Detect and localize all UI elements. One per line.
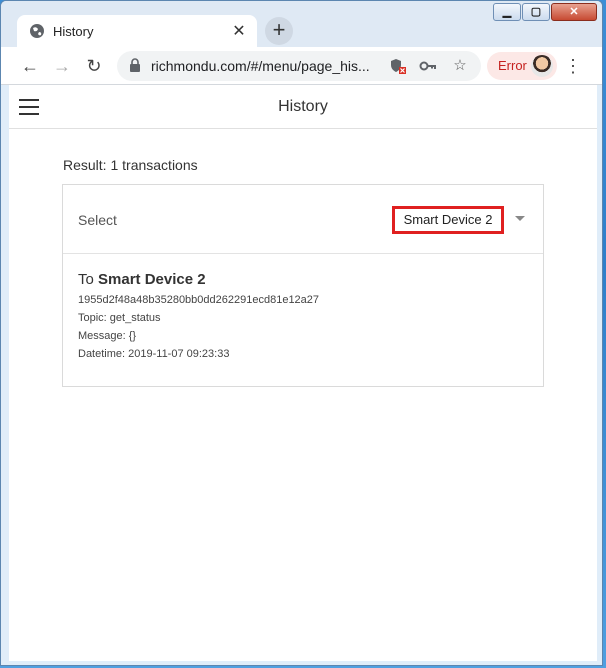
transaction-datetime: Datetime: 2019-11-07 09:23:33 — [78, 348, 230, 360]
result-count: Result: 1 transactions — [63, 157, 198, 173]
avatar — [531, 55, 553, 77]
forward-arrow-icon[interactable]: → — [49, 53, 75, 79]
error-label: Error — [498, 58, 527, 73]
app-bar: History — [9, 85, 597, 129]
transaction-recipient: To Smart Device 2 — [78, 271, 319, 288]
new-tab-button[interactable]: + — [265, 17, 293, 45]
select-label: Select — [78, 212, 117, 228]
browser-toolbar: ← → ↻ richmondu.com/#/menu/page_his... ☆… — [1, 47, 602, 85]
url-text: richmondu.com/#/menu/page_his... — [151, 58, 370, 74]
dropdown-caret-icon[interactable] — [515, 216, 525, 221]
maximize-icon: ▢ — [530, 6, 542, 18]
reload-icon[interactable]: ↻ — [81, 53, 107, 79]
maximize-button[interactable]: ▢ — [522, 3, 550, 21]
browser-window: History ✕ + ▁ ▢ ✕ ← → ↻ richmondu.com/#/… — [0, 0, 603, 666]
bookmark-star-icon[interactable]: ☆ — [451, 57, 469, 75]
globe-icon — [30, 24, 44, 38]
blocked-shield-icon[interactable] — [389, 57, 407, 75]
transaction-topic: Topic: get_status — [78, 312, 161, 324]
device-select-value[interactable]: Smart Device 2 — [392, 206, 504, 234]
tab-title: History — [53, 23, 94, 39]
transaction-message: Message: {} — [78, 330, 137, 342]
profile-error-button[interactable]: Error — [487, 52, 557, 80]
page-content: History Result: 1 transactions Select Sm… — [9, 85, 597, 661]
back-arrow-icon[interactable]: ← — [17, 53, 43, 79]
history-card: Select Smart Device 2 To Smart Device 2 … — [62, 184, 544, 387]
minimize-button[interactable]: ▁ — [493, 3, 521, 21]
minimize-icon: ▁ — [502, 6, 512, 18]
to-prefix: To — [78, 271, 94, 288]
address-bar[interactable]: richmondu.com/#/menu/page_his... ☆ — [117, 51, 481, 81]
device-select-row[interactable]: Select Smart Device 2 — [63, 185, 543, 254]
recipient-device: Smart Device 2 — [98, 271, 206, 288]
key-icon[interactable] — [419, 57, 437, 75]
close-window-button[interactable]: ✕ — [551, 3, 597, 21]
page-title: History — [278, 98, 328, 115]
transaction-hash: 1955d2f48a48b35280bb0dd262291ecd81e12a27 — [78, 294, 320, 306]
close-icon: ✕ — [569, 6, 579, 18]
more-menu-icon[interactable]: ⋮ — [563, 53, 583, 79]
tab-history[interactable]: History ✕ — [17, 15, 257, 47]
lock-icon — [130, 58, 140, 72]
transaction-item: To Smart Device 2 1955d2f48a48b35280bb0d… — [78, 271, 319, 360]
tab-close-icon[interactable]: ✕ — [229, 21, 249, 41]
tab-strip: History ✕ + ▁ ▢ ✕ — [1, 1, 602, 47]
